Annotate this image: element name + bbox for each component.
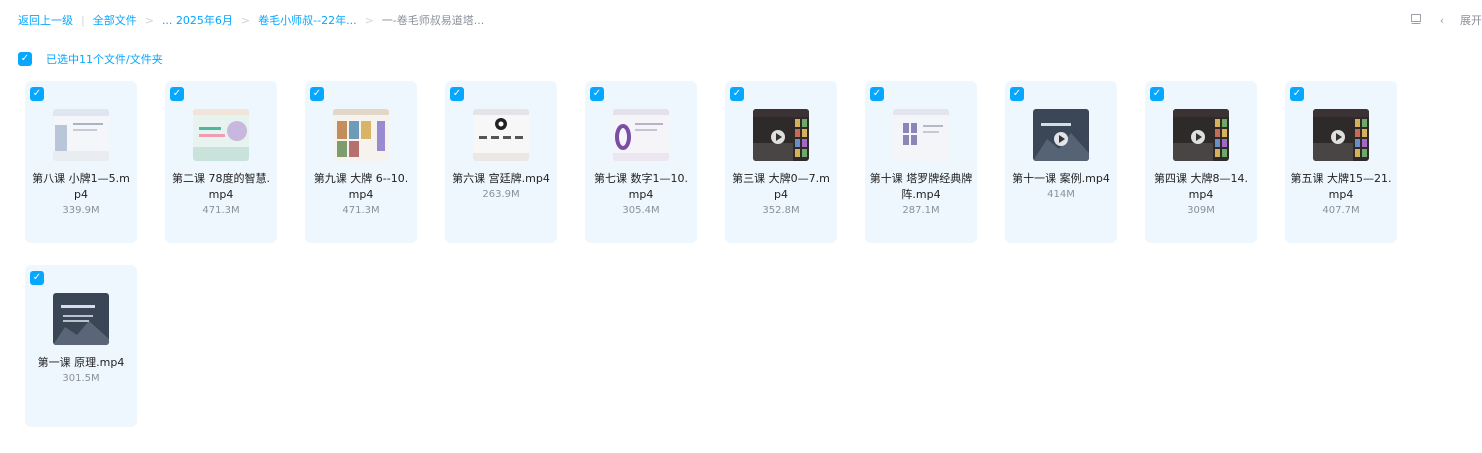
chevron-left-icon[interactable]: ‹	[1434, 14, 1450, 27]
file-name[interactable]: 第九课 大牌 6--10.mp4	[309, 171, 413, 203]
breadcrumb-separator: >	[144, 13, 154, 27]
selection-bar: ✓ 已选中11个文件/文件夹	[18, 51, 163, 67]
file-size: 305.4M	[622, 205, 660, 216]
file-card[interactable]: ✓ 第八课 小牌1—5.mp4 339.9M	[25, 81, 137, 243]
file-size: 471.3M	[342, 205, 380, 216]
file-name[interactable]: 第十课 塔罗牌经典牌阵.mp4	[869, 171, 973, 203]
file-size: 414M	[1047, 189, 1075, 200]
breadcrumb-level-2[interactable]: 卷毛小师叔--22年...	[258, 12, 356, 28]
file-card[interactable]: ✓ 第二课 78度的智慧.mp4 471.3M	[165, 81, 277, 243]
breadcrumb-separator: >	[364, 13, 374, 27]
breadcrumb-all-files[interactable]: 全部文件	[93, 12, 137, 28]
video-thumbnail[interactable]	[753, 109, 809, 161]
view-toggle-icon[interactable]	[1408, 13, 1424, 28]
video-thumbnail[interactable]	[473, 109, 529, 161]
file-name[interactable]: 第三课 大牌0—7.mp4	[729, 171, 833, 203]
file-name[interactable]: 第八课 小牌1—5.mp4	[29, 171, 133, 203]
breadcrumb-current: 一-卷毛师叔易道塔...	[381, 14, 485, 27]
file-checkbox[interactable]: ✓	[310, 87, 324, 101]
file-checkbox[interactable]: ✓	[1290, 87, 1304, 101]
file-checkbox[interactable]: ✓	[30, 271, 44, 285]
file-size: 263.9M	[482, 189, 520, 200]
file-size: 287.1M	[902, 205, 940, 216]
breadcrumb-level-1[interactable]: ... 2025年6月	[162, 12, 233, 28]
file-size: 407.7M	[1322, 205, 1360, 216]
file-checkbox[interactable]: ✓	[1150, 87, 1164, 101]
file-size: 301.5M	[62, 373, 100, 384]
file-name[interactable]: 第六课 宫廷牌.mp4	[449, 171, 553, 187]
video-thumbnail[interactable]	[1313, 109, 1369, 161]
file-checkbox[interactable]: ✓	[730, 87, 744, 101]
file-card[interactable]: ✓ 第六课 宫廷牌.mp4 263.9M	[445, 81, 557, 243]
breadcrumb-separator: |	[81, 13, 85, 27]
file-card[interactable]: ✓ 第十一课 案例.mp4 414M	[1005, 81, 1117, 243]
video-thumbnail[interactable]	[1033, 109, 1089, 161]
video-thumbnail[interactable]	[53, 109, 109, 161]
file-checkbox[interactable]: ✓	[450, 87, 464, 101]
video-thumbnail[interactable]	[1173, 109, 1229, 161]
file-card[interactable]: ✓ 第四课 大牌8—14.mp4 309M	[1145, 81, 1257, 243]
video-thumbnail[interactable]	[893, 109, 949, 161]
video-thumbnail[interactable]	[193, 109, 249, 161]
file-checkbox[interactable]: ✓	[30, 87, 44, 101]
file-checkbox[interactable]: ✓	[1010, 87, 1024, 101]
video-thumbnail[interactable]	[53, 293, 109, 345]
breadcrumb: 返回上一级 | 全部文件 > ... 2025年6月 > 卷毛小师叔--22年.…	[18, 12, 484, 28]
file-checkbox[interactable]: ✓	[870, 87, 884, 101]
file-name[interactable]: 第四课 大牌8—14.mp4	[1149, 171, 1253, 203]
file-card[interactable]: ✓ 第五课 大牌15—21.mp4 407.7M	[1285, 81, 1397, 243]
selection-count-label: 已选中11个文件/文件夹	[46, 53, 163, 66]
video-thumbnail[interactable]	[333, 109, 389, 161]
file-name[interactable]: 第二课 78度的智慧.mp4	[169, 171, 273, 203]
file-size: 339.9M	[62, 205, 100, 216]
file-checkbox[interactable]: ✓	[170, 87, 184, 101]
file-card[interactable]: ✓ 第九课 大牌 6--10.mp4 471.3M	[305, 81, 417, 243]
file-card[interactable]: ✓ 第七课 数字1—10.mp4 305.4M	[585, 81, 697, 243]
file-card[interactable]: ✓ 第一课 原理.mp4 301.5M	[25, 265, 137, 427]
file-checkbox[interactable]: ✓	[590, 87, 604, 101]
file-size: 471.3M	[202, 205, 240, 216]
file-name[interactable]: 第七课 数字1—10.mp4	[589, 171, 693, 203]
video-thumbnail[interactable]	[613, 109, 669, 161]
file-size: 352.8M	[762, 205, 800, 216]
file-card[interactable]: ✓ 第十课 塔罗牌经典牌阵.mp4 287.1M	[865, 81, 977, 243]
select-all-checkbox[interactable]: ✓	[18, 52, 32, 66]
right-toolbar: ‹ 展开	[1408, 12, 1482, 28]
expand-button[interactable]: 展开	[1460, 12, 1482, 28]
file-name[interactable]: 第一课 原理.mp4	[29, 355, 133, 371]
breadcrumb-separator: >	[240, 13, 251, 27]
back-link[interactable]: 返回上一级	[18, 12, 73, 28]
file-card[interactable]: ✓ 第三课 大牌0—7.mp4 352.8M	[725, 81, 837, 243]
file-name[interactable]: 第十一课 案例.mp4	[1009, 171, 1113, 187]
file-size: 309M	[1187, 205, 1215, 216]
file-name[interactable]: 第五课 大牌15—21.mp4	[1289, 171, 1393, 203]
